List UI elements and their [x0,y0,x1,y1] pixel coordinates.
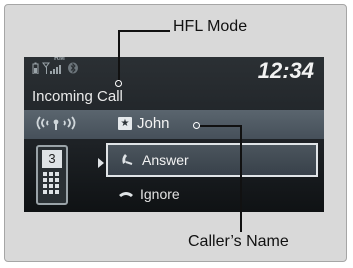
bluetooth-icon [67,61,79,79]
roaming-label: RM [54,57,65,62]
screen-title: Incoming Call [32,88,123,105]
battery-icon [32,61,39,79]
hfl-display: RM 12:34 Incoming Call ★ John 3 Answer I… [24,57,324,212]
ignore-option[interactable]: Ignore [106,181,318,207]
callers-name-marker [193,122,200,129]
callers-name-leader-horizontal [200,125,242,127]
hfl-mode-leader-vertical [118,30,120,82]
hfl-mode-leader-horizontal [118,30,170,32]
line-number: 3 [42,150,62,168]
phone-ignore-icon [118,186,134,202]
phone-line-icon: 3 [36,145,68,205]
ringing-wave-icon [34,115,78,134]
callers-name-callout: Caller’s Name [188,233,289,250]
answer-option[interactable]: Answer [106,143,318,177]
hfl-mode-marker [115,80,122,87]
phone-answer-icon [120,152,136,169]
status-icons: RM [32,57,79,79]
signal-roaming-icon: RM [42,57,65,79]
caller-name: John [137,115,170,132]
selection-arrow-icon [98,158,104,168]
star-icon: ★ [118,117,132,130]
answer-label: Answer [142,152,189,168]
keypad-icon [43,172,61,194]
clock: 12:34 [257,58,314,83]
hfl-mode-callout: HFL Mode [173,18,248,35]
ignore-label: Ignore [140,186,180,202]
callers-name-leader-vertical [240,125,242,232]
caller-info: ★ John [118,115,170,132]
